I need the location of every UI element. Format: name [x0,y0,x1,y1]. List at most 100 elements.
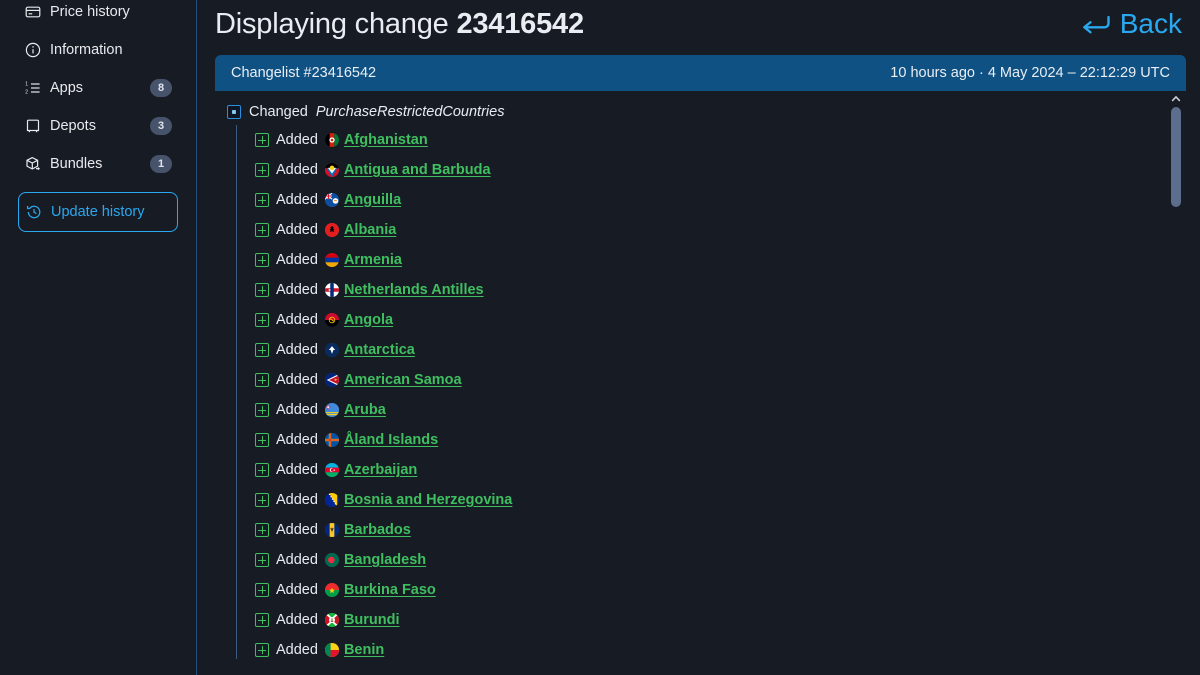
plus-square-icon[interactable] [255,523,269,537]
changelist-timestamp: 10 hours ago · 4 May 2024 – 22:12:29 UTC [890,65,1170,81]
added-entry-row: Added Angola [243,305,1186,335]
flag-icon [324,163,339,177]
country-link[interactable]: Bosnia and Herzegovina [324,492,512,508]
sidebar-item-bundles[interactable]: Bundles 1 [18,145,178,183]
plus-square-icon[interactable] [255,613,269,627]
added-entry-row: Added Bangladesh [243,545,1186,575]
plus-square-icon[interactable] [255,403,269,417]
changelist-panel-body: Changed PurchaseRestrictedCountries Adde… [215,91,1186,675]
sidebar-item-update-history[interactable]: Update history [18,192,178,232]
country-name: Albania [343,222,397,238]
added-entry-row: Added Albania [243,215,1186,245]
scrollbar-track[interactable] [1169,105,1183,671]
changelist-title: Changelist #23416542 [231,65,377,81]
country-link[interactable]: Åland Islands [324,432,438,448]
added-label: Added [276,402,318,418]
country-name: Netherlands Antilles [343,282,484,298]
added-entry-row: Added Benin [243,635,1186,665]
plus-square-icon[interactable] [255,433,269,447]
sidebar-item-label: Apps [50,80,84,96]
sidebar: Price history Information 1 2 Apps 8 Dep… [0,0,197,675]
added-label: Added [276,312,318,328]
country-link[interactable]: Benin [324,642,384,658]
country-link[interactable]: Netherlands Antilles [324,282,484,298]
sidebar-item-apps[interactable]: 1 2 Apps 8 [18,69,178,107]
plus-square-icon[interactable] [255,343,269,357]
flag-icon [324,433,339,447]
added-label: Added [276,642,318,658]
change-tree: Changed PurchaseRestrictedCountries Adde… [215,99,1186,665]
plus-square-icon[interactable] [255,193,269,207]
country-link[interactable]: Burkina Faso [324,582,436,598]
flag-icon [324,343,339,357]
country-link[interactable]: Barbados [324,522,411,538]
plus-square-icon[interactable] [255,463,269,477]
bundle-box-icon [24,156,41,173]
plus-square-icon[interactable] [255,253,269,267]
plus-square-icon[interactable] [255,133,269,147]
back-button[interactable]: Back [1081,8,1182,40]
added-entry-row: Added Antigua and Barbuda [243,155,1186,185]
added-label: Added [276,282,318,298]
plus-square-icon[interactable] [255,643,269,657]
added-label: Added [276,222,318,238]
country-link[interactable]: Antigua and Barbuda [324,162,491,178]
added-label: Added [276,522,318,538]
country-link[interactable]: Afghanistan [324,132,428,148]
country-link[interactable]: Albania [324,222,397,238]
added-entry-row: Added Bosnia and Herzegovina [243,485,1186,515]
scrollbar-thumb[interactable] [1171,107,1181,207]
plus-square-icon[interactable] [255,553,269,567]
country-link[interactable]: American Samoa [324,372,462,388]
ordered-list-icon: 1 2 [24,80,41,97]
country-link[interactable]: Bangladesh [324,552,427,568]
country-link[interactable]: Antarctica [324,342,415,358]
svg-text:2: 2 [25,90,28,96]
sidebar-item-label: Information [50,42,123,58]
country-link[interactable]: Burundi [324,612,400,628]
country-name: Bangladesh [343,552,427,568]
country-link[interactable]: Azerbaijan [324,462,417,478]
vertical-scrollbar[interactable] [1169,93,1183,671]
country-name: Antarctica [343,342,415,358]
plus-square-icon[interactable] [255,163,269,177]
changed-property-row[interactable]: Changed PurchaseRestrictedCountries [227,99,1186,125]
arrow-return-left-icon [1081,12,1111,37]
flag-icon [324,373,339,387]
main-header: Displaying change 23416542 Back [197,0,1200,48]
plus-square-icon[interactable] [255,313,269,327]
country-name: Aruba [343,402,386,418]
plus-square-icon[interactable] [255,493,269,507]
card-icon [24,4,41,21]
flag-icon [324,613,339,627]
flag-icon [324,313,339,327]
sidebar-item-label: Update history [51,204,145,220]
plus-square-icon[interactable] [255,223,269,237]
sidebar-item-depots[interactable]: Depots 3 [18,107,178,145]
plus-square-icon[interactable] [255,283,269,297]
country-link[interactable]: Aruba [324,402,386,418]
plus-square-icon[interactable] [255,373,269,387]
plus-square-icon[interactable] [255,583,269,597]
chevron-up-icon[interactable] [1170,93,1182,105]
added-entry-row: Added Anguilla [243,185,1186,215]
depot-icon [24,118,41,135]
added-label: Added [276,462,318,478]
flag-icon [324,253,339,267]
flag-icon [324,133,339,147]
country-link[interactable]: Angola [324,312,393,328]
added-label: Added [276,162,318,178]
changed-square-icon [227,105,241,119]
added-entry-row: Added Afghanistan [243,125,1186,155]
added-label: Added [276,192,318,208]
flag-icon [324,223,339,237]
country-link[interactable]: Anguilla [324,192,401,208]
sidebar-item-information[interactable]: Information [18,31,178,69]
flag-icon [324,403,339,417]
flag-icon [324,583,339,597]
country-link[interactable]: Armenia [324,252,402,268]
changelist-panel: Changelist #23416542 10 hours ago · 4 Ma… [215,55,1186,675]
added-entry-row: Added Armenia [243,245,1186,275]
added-entry-row: Added Burundi [243,605,1186,635]
sidebar-item-price-history[interactable]: Price history [18,0,178,31]
